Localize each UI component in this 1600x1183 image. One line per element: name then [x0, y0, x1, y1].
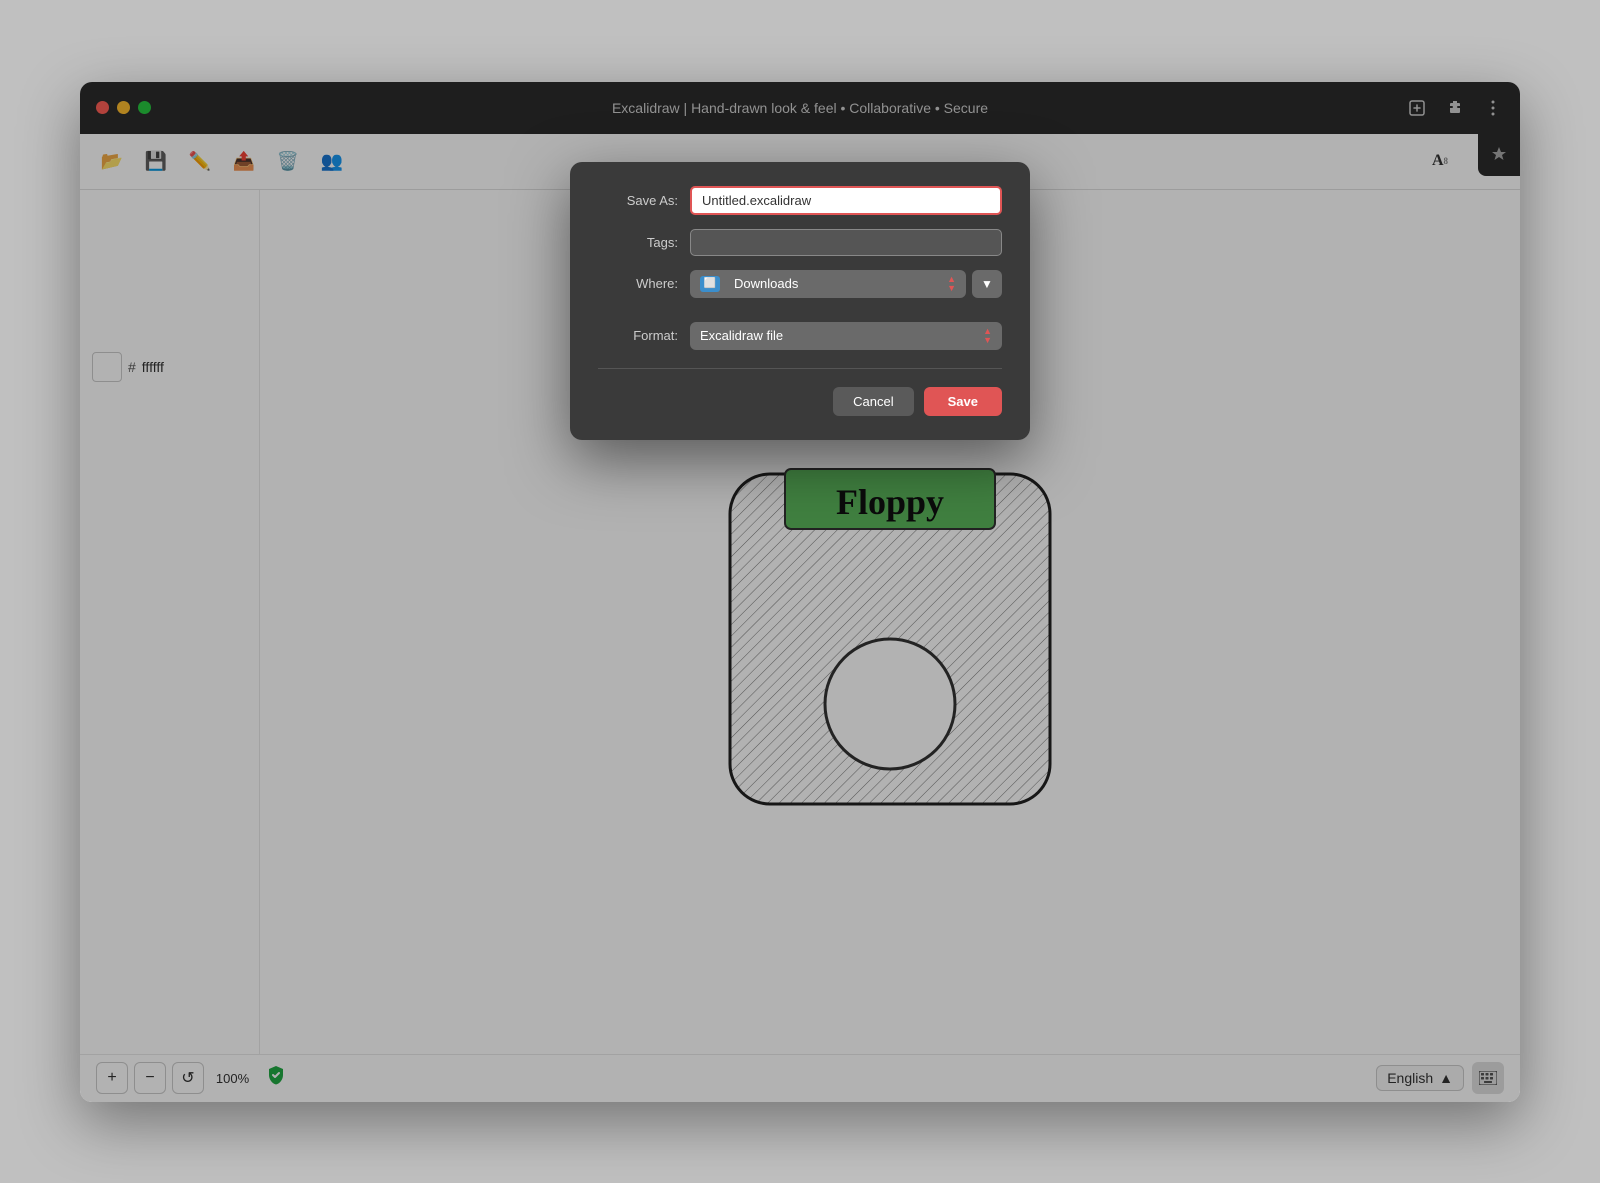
save-as-row: Save As: [598, 186, 1002, 215]
where-label: Where: [598, 276, 678, 291]
format-row: Format: Excalidraw file ▲▼ [598, 322, 1002, 350]
where-container: ⬜ Downloads ▲▼ ▼ [690, 270, 1002, 298]
folder-name: Downloads [734, 276, 798, 291]
app-window: Excalidraw | Hand-drawn look & feel • Co… [80, 82, 1520, 1102]
format-value: Excalidraw file [700, 328, 783, 343]
save-confirm-button[interactable]: Save [924, 387, 1002, 416]
where-select[interactable]: ⬜ Downloads ▲▼ [690, 270, 966, 298]
format-label: Format: [598, 328, 678, 343]
cancel-button[interactable]: Cancel [833, 387, 913, 416]
tags-row: Tags: [598, 229, 1002, 256]
where-row: Where: ⬜ Downloads ▲▼ ▼ [598, 270, 1002, 298]
tags-input[interactable] [690, 229, 1002, 256]
where-expand-button[interactable]: ▼ [972, 270, 1002, 298]
modal-overlay: Save As: Tags: Where: ⬜ Downloads ▲▼ [80, 82, 1520, 1102]
save-dialog: Save As: Tags: Where: ⬜ Downloads ▲▼ [570, 162, 1030, 440]
folder-icon-blue: ⬜ [700, 276, 720, 292]
filename-input[interactable] [690, 186, 1002, 215]
chevron-down-icon: ▼ [981, 277, 993, 291]
format-arrows: ▲▼ [983, 327, 992, 345]
dialog-buttons: Cancel Save [598, 387, 1002, 416]
dialog-divider [598, 368, 1002, 369]
save-as-label: Save As: [598, 193, 678, 208]
format-select[interactable]: Excalidraw file ▲▼ [690, 322, 1002, 350]
where-arrows: ▲▼ [947, 275, 956, 293]
tags-label: Tags: [598, 235, 678, 250]
